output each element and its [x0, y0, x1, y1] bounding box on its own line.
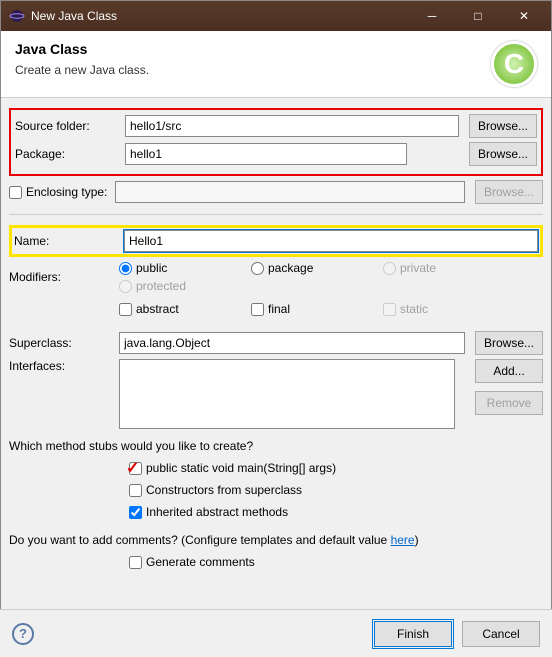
enclosing-type-checkbox[interactable] — [9, 186, 22, 199]
modifier-package-radio[interactable] — [251, 262, 264, 275]
main-method-label: public static void main(String[] args) — [146, 461, 336, 475]
minimize-button[interactable]: ─ — [409, 1, 455, 31]
interfaces-list[interactable] — [119, 359, 455, 429]
browse-package-button[interactable]: Browse... — [469, 142, 537, 166]
comments-question-suffix: ) — [415, 533, 419, 547]
superclass-input[interactable] — [119, 332, 465, 354]
modifiers-label: Modifiers: — [9, 270, 119, 284]
browse-superclass-button[interactable]: Browse... — [475, 331, 543, 355]
configure-here-link[interactable]: here — [391, 533, 415, 547]
source-folder-input[interactable] — [125, 115, 459, 137]
main-method-checkbox[interactable] — [129, 462, 142, 475]
remove-interface-button: Remove — [475, 391, 543, 415]
cancel-button[interactable]: Cancel — [462, 621, 540, 647]
eclipse-icon — [9, 8, 25, 24]
modifier-protected-radio — [119, 280, 132, 293]
close-button[interactable]: ✕ — [501, 1, 547, 31]
package-label: Package: — [15, 147, 125, 161]
generate-comments-label: Generate comments — [146, 555, 255, 569]
source-folder-label: Source folder: — [15, 119, 125, 133]
inherited-checkbox[interactable] — [129, 506, 142, 519]
generate-comments-checkbox[interactable] — [129, 556, 142, 569]
modifier-final-checkbox[interactable] — [251, 303, 264, 316]
class-icon: C — [491, 41, 537, 87]
interfaces-label: Interfaces: — [9, 359, 119, 373]
modifier-private-radio — [383, 262, 396, 275]
finish-button[interactable]: Finish — [374, 621, 452, 647]
modifier-abstract-checkbox[interactable] — [119, 303, 132, 316]
help-button[interactable]: ? — [12, 623, 34, 645]
window-title: New Java Class — [31, 9, 409, 23]
inherited-label: Inherited abstract methods — [146, 505, 288, 519]
constructors-checkbox[interactable] — [129, 484, 142, 497]
add-interface-button[interactable]: Add... — [475, 359, 543, 383]
package-input[interactable] — [125, 143, 407, 165]
page-title: Java Class — [15, 41, 491, 57]
name-label: Name: — [14, 234, 124, 248]
page-subtitle: Create a new Java class. — [15, 63, 491, 77]
modifier-public-radio[interactable] — [119, 262, 132, 275]
name-input[interactable] — [124, 230, 538, 252]
superclass-label: Superclass: — [9, 336, 119, 350]
enclosing-type-input — [115, 181, 465, 203]
modifier-static-checkbox — [383, 303, 396, 316]
comments-question-prefix: Do you want to add comments? (Configure … — [9, 533, 391, 547]
constructors-label: Constructors from superclass — [146, 483, 302, 497]
browse-enclosing-button: Browse... — [475, 180, 543, 204]
browse-source-button[interactable]: Browse... — [469, 114, 537, 138]
maximize-button[interactable]: □ — [455, 1, 501, 31]
method-stubs-question: Which method stubs would you like to cre… — [9, 439, 543, 453]
enclosing-type-label: Enclosing type: — [26, 185, 107, 199]
